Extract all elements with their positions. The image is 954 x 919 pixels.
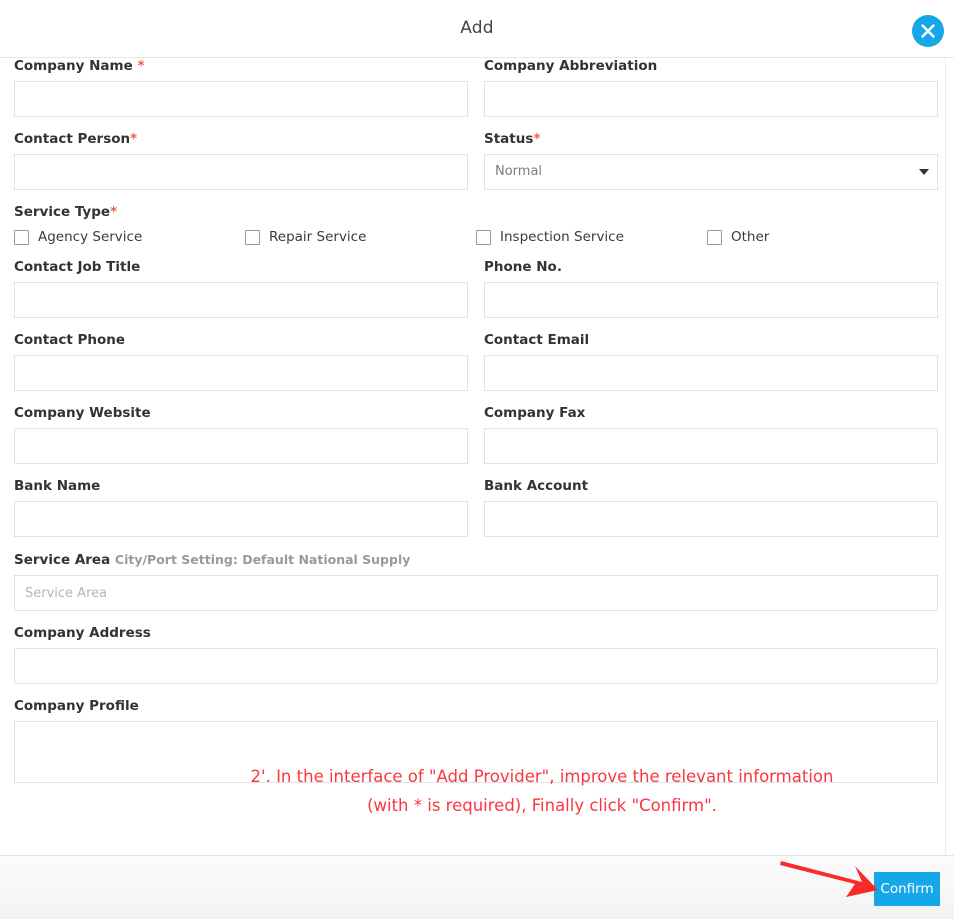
- label-company-fax: Company Fax: [484, 405, 586, 421]
- checkbox-box-icon: [14, 229, 29, 245]
- label-company-address: Company Address: [14, 625, 151, 641]
- modal-header: Add: [0, 0, 954, 58]
- phone-no-input[interactable]: [484, 282, 938, 318]
- label-contact-person-text: Contact Person: [14, 131, 131, 147]
- label-bank-name: Bank Name: [14, 478, 101, 494]
- bank-account-input[interactable]: [484, 501, 938, 537]
- company-website-input[interactable]: [14, 428, 468, 464]
- label-contact-phone: Contact Phone: [14, 332, 126, 348]
- form-row: Bank Name Bank Account: [14, 478, 938, 551]
- checkbox-other[interactable]: Other: [707, 229, 938, 245]
- label-contact-email: Contact Email: [484, 332, 590, 348]
- contact-job-title-input[interactable]: [14, 282, 468, 318]
- form-row: Service Area City/Port Setting: Default …: [14, 551, 938, 625]
- checkbox-label: Other: [731, 229, 770, 245]
- label-company-website: Company Website: [14, 405, 151, 421]
- label-bank-account: Bank Account: [484, 478, 589, 494]
- label-contact-job-title: Contact Job Title: [14, 259, 141, 275]
- label-company-name-text: Company Name: [14, 58, 138, 74]
- service-area-input[interactable]: [14, 575, 938, 611]
- close-icon[interactable]: [912, 15, 944, 47]
- label-service-area: Service Area City/Port Setting: Default …: [14, 551, 938, 569]
- checkbox-box-icon: [476, 229, 491, 245]
- form-row: Service Type*: [14, 204, 938, 227]
- checkbox-inspection-service[interactable]: Inspection Service: [476, 229, 707, 245]
- label-company-abbreviation: Company Abbreviation: [484, 58, 658, 74]
- required-asterisk: *: [533, 131, 541, 147]
- field-bank-name: Bank Name: [14, 478, 468, 537]
- field-bank-account: Bank Account: [484, 478, 938, 537]
- field-company-address: Company Address: [14, 625, 938, 684]
- service-type-options: Agency Service Repair Service Inspection…: [14, 229, 938, 245]
- field-service-area: Service Area City/Port Setting: Default …: [14, 551, 938, 611]
- field-company-fax: Company Fax: [484, 405, 938, 464]
- field-company-website: Company Website: [14, 405, 468, 464]
- contact-email-input[interactable]: [484, 355, 938, 391]
- checkbox-label: Inspection Service: [500, 229, 624, 245]
- form-row: Company Website Company Fax: [14, 405, 938, 478]
- page-title: Add: [460, 18, 494, 38]
- label-phone-no: Phone No.: [484, 259, 562, 275]
- label-contact-person: Contact Person*: [14, 131, 468, 148]
- status-select[interactable]: Normal: [484, 154, 938, 190]
- field-service-type: Service Type*: [14, 204, 938, 227]
- field-company-name: Company Name *: [14, 58, 468, 117]
- provider-form: Company Name * Company Abbreviation Cont…: [0, 58, 954, 797]
- required-asterisk: *: [110, 204, 118, 220]
- form-row: Contact Phone Contact Email: [14, 332, 938, 405]
- company-abbreviation-input[interactable]: [484, 81, 938, 117]
- field-status: Status* Normal: [484, 131, 938, 190]
- form-row: Company Name * Company Abbreviation: [14, 58, 938, 131]
- required-asterisk: *: [137, 58, 145, 74]
- checkbox-agency-service[interactable]: Agency Service: [14, 229, 245, 245]
- field-contact-email: Contact Email: [484, 332, 938, 391]
- label-status-text: Status: [484, 131, 534, 147]
- company-profile-textarea[interactable]: [14, 721, 938, 783]
- contact-person-input[interactable]: [14, 154, 468, 190]
- checkbox-label: Repair Service: [269, 229, 367, 245]
- label-company-profile: Company Profile: [14, 698, 139, 714]
- company-fax-input[interactable]: [484, 428, 938, 464]
- confirm-button[interactable]: Confirm: [874, 872, 940, 906]
- company-address-input[interactable]: [14, 648, 938, 684]
- form-row: Contact Person* Status* Normal: [14, 131, 938, 204]
- field-contact-job-title: Contact Job Title: [14, 259, 468, 318]
- checkbox-repair-service[interactable]: Repair Service: [245, 229, 476, 245]
- bank-name-input[interactable]: [14, 501, 468, 537]
- checkbox-label: Agency Service: [38, 229, 143, 245]
- form-row: Company Address: [14, 625, 938, 698]
- close-x-glyph: [921, 24, 935, 38]
- field-phone-no: Phone No.: [484, 259, 938, 318]
- label-status: Status*: [484, 131, 938, 148]
- form-row: Company Profile: [14, 698, 938, 797]
- status-select-wrapper: Normal: [484, 154, 938, 190]
- field-company-profile: Company Profile: [14, 698, 938, 783]
- form-row: Contact Job Title Phone No.: [14, 259, 938, 332]
- add-provider-modal: Add Company Name * Company Abbreviation: [0, 0, 954, 919]
- label-company-name: Company Name *: [14, 58, 468, 75]
- modal-footer: Confirm: [0, 855, 954, 919]
- field-contact-person: Contact Person*: [14, 131, 468, 190]
- label-service-area-text: Service Area: [14, 552, 111, 568]
- field-contact-phone: Contact Phone: [14, 332, 468, 391]
- required-asterisk: *: [130, 131, 138, 147]
- field-company-abbreviation: Company Abbreviation: [484, 58, 938, 117]
- label-service-type: Service Type*: [14, 204, 938, 221]
- contact-phone-input[interactable]: [14, 355, 468, 391]
- label-service-type-text: Service Type: [14, 204, 111, 220]
- company-name-input[interactable]: [14, 81, 468, 117]
- checkbox-box-icon: [245, 229, 260, 245]
- checkbox-box-icon: [707, 229, 722, 245]
- modal-body: Company Name * Company Abbreviation Cont…: [0, 58, 954, 855]
- service-area-hint: City/Port Setting: Default National Supp…: [114, 552, 411, 567]
